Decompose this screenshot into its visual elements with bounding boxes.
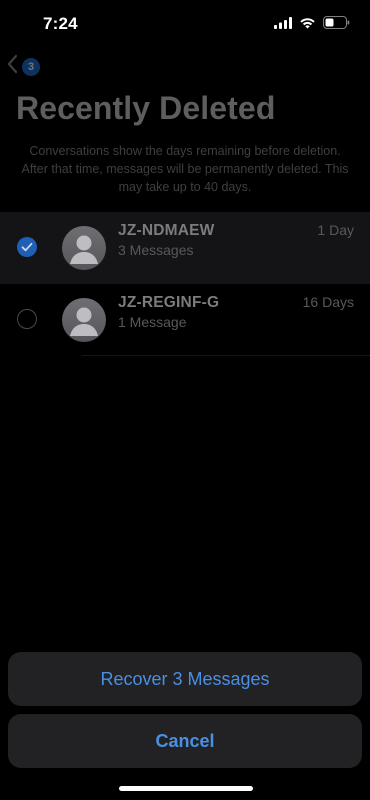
back-badge: 3	[22, 57, 40, 76]
avatar	[62, 226, 106, 270]
person-icon	[70, 307, 98, 336]
message-count: 1 Message	[118, 314, 187, 330]
conversation-row[interactable]: JZ-NDMAEW 3 Messages 1 Day	[0, 212, 370, 284]
wifi-icon	[299, 16, 316, 34]
checkmark-icon	[21, 242, 33, 252]
conversation-name: JZ-NDMAEW	[118, 222, 215, 239]
conversation-name: JZ-REGINF-G	[118, 294, 220, 311]
home-indicator[interactable]	[119, 786, 253, 791]
selection-checkbox[interactable]	[17, 237, 37, 257]
avatar	[62, 298, 106, 342]
message-count: 3 Messages	[118, 242, 194, 258]
person-icon	[70, 235, 98, 264]
deletion-description: Conversations show the days remaining be…	[21, 144, 349, 194]
recover-messages-button[interactable]: Recover 3 Messages	[8, 652, 362, 706]
selection-checkbox[interactable]	[17, 309, 37, 329]
status-time: 7:24	[43, 14, 78, 33]
conversation-row[interactable]: JZ-REGINF-G 1 Message 16 Days	[0, 284, 370, 356]
status-icons	[274, 16, 350, 34]
status-bar: 7:24	[0, 0, 370, 50]
battery-icon	[323, 16, 350, 34]
conversation-list: JZ-NDMAEW 3 Messages 1 Day JZ-REGINF-G 1…	[0, 212, 370, 356]
days-remaining: 16 Days	[302, 294, 354, 310]
days-remaining: 1 Day	[317, 222, 354, 238]
chevron-left-icon	[6, 54, 18, 79]
page-title: Recently Deleted	[16, 90, 276, 126]
cellular-signal-icon	[274, 16, 292, 34]
cancel-button[interactable]: Cancel	[8, 714, 362, 768]
row-divider	[82, 355, 370, 356]
back-button[interactable]: 3	[6, 54, 40, 79]
